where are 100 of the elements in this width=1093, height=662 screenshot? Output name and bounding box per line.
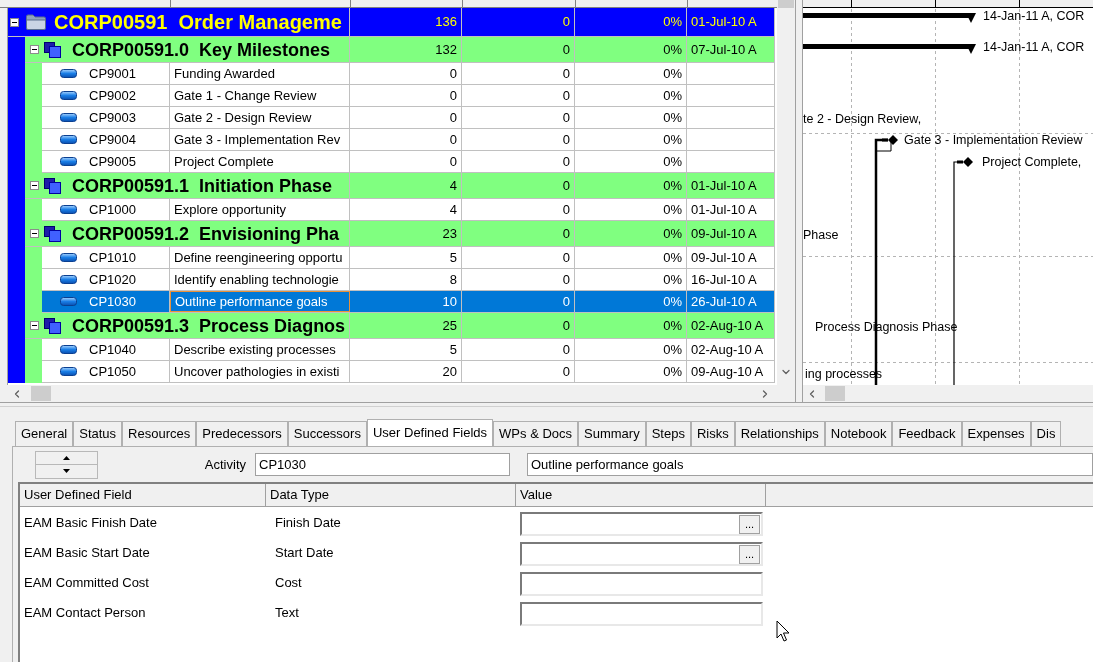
activity-row[interactable]: CP1050 Uncover pathologies in existi 20 0 0% 09-Aug-10 A — [42, 361, 775, 383]
activity-bar-icon — [60, 367, 77, 376]
wbs-row[interactable]: CORP00591.1 Initiation Phase 4 0 0% 01-Jul-10 A — [25, 173, 775, 199]
stacked-squares-icon — [44, 317, 61, 334]
number-text: 0 — [562, 86, 570, 105]
minus-box-icon[interactable] — [30, 229, 39, 238]
tab[interactable]: Expenses — [961, 421, 1031, 446]
date-field[interactable]: ... — [520, 542, 763, 566]
activity-name-field[interactable]: Outline performance goals — [527, 453, 1093, 476]
browse-button[interactable]: ... — [739, 514, 760, 534]
activity-row[interactable]: CP9001 Funding Awarded 0 0 0% — [42, 63, 775, 85]
number-text: 8 — [449, 270, 457, 289]
gantt-label: Project Complete, — [982, 154, 1082, 170]
activity-row[interactable]: CP9005 Project Complete 0 0 0% — [42, 151, 775, 173]
number-text: 0 — [562, 224, 570, 243]
wbs-row[interactable]: CORP00591.2 Envisioning Pha 23 0 0% 09-Jul-10 A — [25, 221, 775, 247]
minus-box-icon[interactable] — [30, 181, 39, 190]
activity-id-text: CP9003 — [89, 108, 136, 127]
tab[interactable]: General — [15, 421, 74, 446]
wbs-title: CORP00591 Order Manageme — [54, 12, 342, 32]
percent-text: 0% — [663, 40, 682, 59]
activity-name-text: Identify enabling technologie — [174, 270, 339, 289]
activity-id-text: CP9002 — [89, 86, 136, 105]
percent-text: 0% — [663, 130, 682, 149]
minus-box-icon[interactable] — [10, 17, 19, 27]
gantt-label: 14-Jan-11 A, COR — [983, 8, 1085, 24]
number-text: 0 — [562, 292, 570, 311]
scrollbar-thumb[interactable] — [825, 386, 845, 401]
folder-icon — [26, 14, 46, 30]
date-text: 09-Aug-10 A — [691, 362, 764, 381]
minus-box-icon[interactable] — [30, 45, 39, 54]
tab[interactable]: Feedback — [892, 421, 962, 446]
value-field[interactable] — [520, 602, 763, 626]
tab[interactable]: Risks — [690, 421, 735, 446]
wbs-row[interactable]: CORP00591.0 Key Milestones 132 0 0% 07-Jul-10 A — [25, 37, 775, 63]
project-row[interactable]: CORP00591 Order Manageme 136 0 0% 01-Jul-10 A — [8, 8, 775, 37]
activity-name-text: Define reengineering opportu — [174, 248, 343, 267]
value-field[interactable] — [520, 572, 763, 596]
tab[interactable]: Status — [73, 421, 123, 446]
tab[interactable]: Predecessors — [196, 421, 288, 446]
number-text: 0 — [562, 340, 570, 359]
tab[interactable]: User Defined Fields — [366, 419, 494, 446]
activity-bar-icon — [60, 205, 77, 214]
scrollbar-thumb[interactable] — [31, 386, 51, 401]
tab[interactable]: Dis — [1030, 421, 1062, 446]
activity-row[interactable]: CP1020 Identify enabling technologie 8 0 0% 16-Jul-10 A — [42, 269, 775, 291]
mouse-pointer-icon — [776, 620, 790, 642]
wbs-row[interactable]: CORP00591.3 Process Diagnos 25 0 0% 02-Aug-10 A — [25, 313, 775, 339]
activity-row[interactable]: CP1040 Describe existing processes 5 0 0% 02-Aug-10 A — [42, 339, 775, 361]
activity-bar-icon — [60, 69, 77, 78]
number-text: 25 — [442, 316, 457, 335]
tab[interactable]: Successors — [287, 421, 367, 446]
number-text: 0 — [562, 270, 570, 289]
activity-bar-icon — [60, 113, 77, 122]
number-text: 0 — [562, 248, 570, 267]
date-field[interactable]: ... — [520, 512, 763, 536]
percent-text: 0% — [663, 292, 682, 311]
activity-row[interactable]: CP1010 Define reengineering opportu 5 0 0% 09-Jul-10 A — [42, 247, 775, 269]
activity-bar-icon — [60, 135, 77, 144]
activity-id-text: CP1000 — [89, 200, 136, 219]
number-text: 5 — [449, 340, 457, 359]
activity-id-text: CP1040 — [89, 340, 136, 359]
date-text: 02-Aug-10 A — [691, 340, 764, 359]
percent-text: 0% — [663, 270, 682, 289]
activity-id-field[interactable]: CP1030 — [255, 453, 510, 476]
activity-id-text: CP9001 — [89, 64, 136, 83]
number-text: 10 — [442, 292, 457, 311]
percent-text: 0% — [663, 200, 682, 219]
date-text: 09-Jul-10 A — [691, 224, 757, 243]
number-text: 20 — [442, 362, 457, 381]
date-text: 26-Jul-10 A — [691, 292, 757, 311]
activity-name-text: Funding Awarded — [174, 64, 275, 83]
scrollbar-thumb[interactable] — [778, 0, 794, 8]
field-name-text: EAM Basic Finish Date — [24, 515, 157, 530]
date-text: 01-Jul-10 A — [691, 200, 757, 219]
number-text: 4 — [449, 200, 457, 219]
tab[interactable]: Steps — [645, 421, 691, 446]
number-text: 0 — [449, 108, 457, 127]
tab[interactable]: Notebook — [824, 421, 893, 446]
tab[interactable]: Relationships — [734, 421, 825, 446]
date-text: 09-Jul-10 A — [691, 248, 757, 267]
activity-row[interactable]: CP9004 Gate 3 - Implementation Rev 0 0 0% — [42, 129, 775, 151]
number-text: 0 — [562, 176, 570, 195]
activity-row[interactable]: CP9003 Gate 2 - Design Review 0 0 0% — [42, 107, 775, 129]
activity-row[interactable]: CP1000 Explore opportunity 4 0 0% 01-Jul-10 A — [42, 199, 775, 221]
number-text: 0 — [562, 64, 570, 83]
minus-box-icon[interactable] — [30, 321, 39, 330]
browse-button[interactable]: ... — [739, 544, 760, 564]
activity-row[interactable]: CP1030 Outline performance goals 10 0 0% 26-Jul-10 A — [42, 291, 775, 313]
wbs-title: CORP00591.3 Process Diagnos — [72, 316, 346, 335]
date-text: 16-Jul-10 A — [691, 270, 757, 289]
activity-id-text: CP1020 — [89, 270, 136, 289]
activity-row[interactable]: CP9002 Gate 1 - Change Review 0 0 0% — [42, 85, 775, 107]
tab[interactable]: Summary — [578, 421, 646, 446]
tab[interactable]: Resources — [122, 421, 197, 446]
gantt-label: te 2 - Design Review, — [803, 111, 922, 127]
activity-bar-icon — [60, 91, 77, 100]
pane-splitter[interactable] — [795, 0, 803, 402]
tab[interactable]: WPs & Docs — [493, 421, 579, 446]
percent-text: 0% — [663, 316, 682, 335]
